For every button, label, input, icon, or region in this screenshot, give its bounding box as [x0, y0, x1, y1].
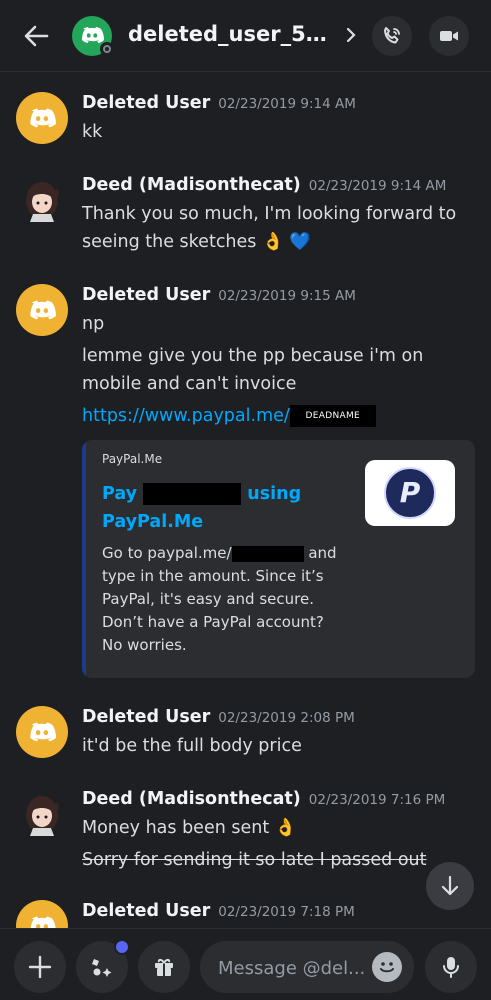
message-text: Money has been sent 👌	[82, 818, 297, 838]
video-call-button[interactable]	[429, 16, 469, 56]
message-author[interactable]: Deed (Madisonthecat) 02/23/2019 7:16 PM	[82, 789, 445, 809]
notification-badge	[114, 939, 130, 955]
deleted-user-avatar[interactable]	[16, 92, 68, 144]
message-author[interactable]: Deleted User 02/23/2019 9:14 AM	[82, 93, 356, 113]
jump-to-latest-button[interactable]	[426, 862, 474, 910]
redaction-bar	[143, 483, 242, 505]
chevron-right-icon[interactable]	[345, 26, 357, 44]
message-timestamp: 02/23/2019 7:16 PM	[308, 792, 446, 808]
message-text: lemme give you the pp because i'm on mob…	[82, 346, 424, 394]
paypal-thumbnail[interactable]: P	[365, 460, 455, 526]
chibi-character-avatar-icon	[26, 182, 59, 222]
embed-provider[interactable]: PayPal.Me	[102, 452, 162, 466]
message-author[interactable]: Deleted User 02/23/2019 2:08 PM	[82, 707, 355, 727]
phone-call-icon	[384, 27, 400, 44]
message-author[interactable]: Deleted User 02/23/2019 7:18 PM	[82, 901, 355, 921]
deed-avatar[interactable]	[16, 174, 68, 226]
message-author[interactable]: Deleted User 02/23/2019 9:15 AM	[82, 285, 356, 305]
message-timestamp: 02/23/2019 9:15 AM	[218, 288, 356, 304]
redaction-bar	[231, 545, 304, 562]
embed-description: Go to paypal.me/ and type in the amount.…	[102, 544, 337, 654]
message-text: Thank you so much, I'm looking forward t…	[82, 204, 457, 252]
embed-title[interactable]: Pay using PayPal.Me	[102, 480, 342, 536]
microphone-icon	[443, 957, 459, 978]
message-input-wrapper[interactable]	[200, 941, 414, 993]
arrow-down-icon	[441, 875, 459, 896]
chibi-character-avatar-icon	[26, 796, 59, 836]
gift-icon	[155, 958, 173, 976]
discord-logo-icon	[30, 722, 56, 742]
message-text: it'd be the full body price	[82, 736, 302, 756]
channel-title[interactable]: deleted_user_5ce...	[128, 22, 338, 46]
message-input[interactable]	[216, 955, 368, 981]
message-text: kk	[82, 122, 103, 142]
apps-icon	[92, 959, 112, 977]
voice-message-button[interactable]	[425, 941, 477, 993]
video-camera-icon	[440, 31, 458, 41]
redaction-label: DEADNAME	[289, 405, 376, 427]
back-arrow-icon[interactable]	[22, 22, 50, 50]
message-timestamp: 02/23/2019 2:08 PM	[218, 710, 355, 726]
paypal-logo-icon: P	[384, 467, 436, 519]
embed-accent-bar	[82, 440, 86, 678]
paypal-link[interactable]: https://www.paypal.me/DEADNAME	[82, 402, 482, 430]
discord-logo-icon	[30, 108, 56, 128]
offline-status-icon	[100, 42, 114, 56]
gift-button[interactable]	[138, 941, 190, 993]
deleted-user-avatar[interactable]	[16, 284, 68, 336]
message-text: np	[82, 314, 105, 334]
smiley-face-icon	[380, 962, 394, 973]
message-text-strikethrough: Sorry for sending it so late I passed ou…	[82, 850, 427, 870]
plus-icon	[28, 955, 52, 979]
message-timestamp: 02/23/2019 9:14 AM	[218, 96, 356, 112]
add-attachment-button[interactable]	[14, 941, 66, 993]
message-timestamp: 02/23/2019 9:14 AM	[308, 178, 447, 194]
deed-avatar[interactable]	[16, 788, 68, 840]
emoji-button[interactable]	[372, 952, 402, 982]
link-embed-card[interactable]: PayPal.Me Pay using PayPal.Me Go to payp…	[82, 440, 475, 678]
chat-header: deleted_user_5ce...	[0, 0, 491, 72]
discord-logo-icon	[82, 27, 104, 43]
message-author[interactable]: Deed (Madisonthecat) 02/23/2019 9:14 AM	[82, 175, 446, 195]
message-composer	[0, 928, 491, 1000]
message-timestamp: 02/23/2019 7:18 PM	[218, 904, 355, 920]
discord-logo-icon	[30, 300, 56, 320]
voice-call-button[interactable]	[372, 16, 412, 56]
deleted-user-avatar[interactable]	[16, 706, 68, 758]
